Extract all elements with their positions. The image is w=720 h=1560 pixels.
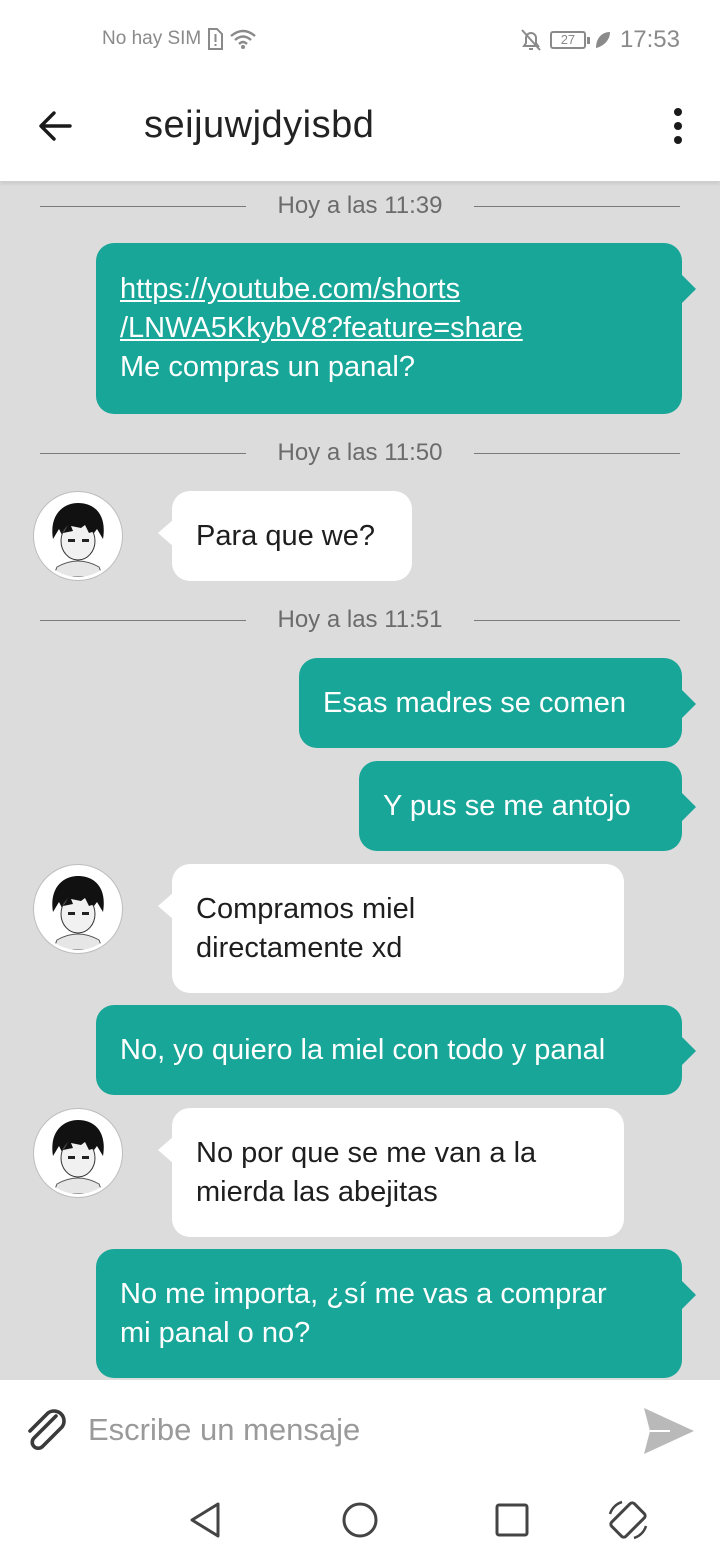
date-stamp: Hoy a las 11:39 <box>277 192 443 219</box>
date-stamp: Hoy a las 11:51 <box>277 606 443 633</box>
message-text: Esas madres se comen <box>323 686 627 719</box>
incoming-message[interactable]: Compramos miel directamente xd <box>158 864 624 993</box>
send-button[interactable] <box>640 1402 698 1460</box>
more-vertical-icon <box>674 108 682 144</box>
avatar-image <box>37 868 119 950</box>
nav-recents-button[interactable] <box>488 1496 536 1544</box>
app-bar: seijuwjdyisbd <box>0 80 720 182</box>
outgoing-message[interactable]: No, yo quiero la miel con todo y panal <box>96 1005 696 1095</box>
message-text: Y pus se me antojo <box>383 789 631 822</box>
message-text-continued: mierda las abejitas <box>196 1175 438 1208</box>
nav-home-button[interactable] <box>336 1496 384 1544</box>
status-bar: No hay SIM 27 17:53 <box>0 0 720 80</box>
triangle-back-icon <box>190 1502 220 1538</box>
battery-indicator: 27 <box>549 31 590 49</box>
status-right: 27 17:53 <box>520 26 680 54</box>
message-link[interactable]: https://youtube.com/shorts <box>120 270 658 309</box>
date-divider: Hoy a las 11:51 <box>40 606 680 636</box>
no-sim-icon <box>208 28 224 50</box>
date-divider: Hoy a las 11:50 <box>40 439 680 469</box>
circle-home-icon <box>342 1502 378 1538</box>
message-list[interactable]: Hoy a las 11:39 https://youtube.com/shor… <box>0 182 720 1380</box>
outgoing-message[interactable]: Y pus se me antojo <box>359 761 696 851</box>
avatar[interactable] <box>34 1109 122 1197</box>
incoming-message[interactable]: No por que se me van a la mierda las abe… <box>158 1108 624 1237</box>
message-input[interactable] <box>88 1406 608 1454</box>
message-link-continued[interactable]: /LNWA5KkybV8?feature=share <box>120 309 658 348</box>
carrier-text: No hay SIM <box>102 28 202 49</box>
outgoing-message[interactable]: Esas madres se comen <box>299 658 696 748</box>
rotate-screen-button[interactable] <box>604 1496 652 1544</box>
message-text: No por que se me van a la <box>196 1136 537 1169</box>
wifi-icon <box>230 29 257 49</box>
avatar-image <box>37 495 119 577</box>
leaf-icon <box>595 32 610 48</box>
attach-button[interactable] <box>18 1402 72 1456</box>
rotate-icon <box>608 1500 648 1540</box>
square-recents-icon <box>495 1503 529 1537</box>
message-text-continued: mi panal o no? <box>120 1316 311 1349</box>
date-divider: Hoy a las 11:39 <box>40 192 680 222</box>
message-text: No, yo quiero la miel con todo y panal <box>120 1033 606 1066</box>
message-text-continued: directamente xd <box>196 931 403 964</box>
system-nav-bar <box>0 1480 720 1560</box>
nav-back-button[interactable] <box>182 1496 230 1544</box>
message-composer <box>0 1380 720 1480</box>
send-icon <box>644 1408 694 1454</box>
more-options-button[interactable] <box>666 102 690 150</box>
message-text: Me compras un panal? <box>120 351 415 383</box>
avatar[interactable] <box>34 492 122 580</box>
outgoing-message[interactable]: No me importa, ¿sí me vas a comprar mi p… <box>96 1249 696 1378</box>
clock-text: 17:53 <box>619 26 680 53</box>
chat-title: seijuwjdyisbd <box>144 104 375 146</box>
arrow-left-icon <box>39 111 72 141</box>
outgoing-message[interactable]: https://youtube.com/shorts /LNWA5KkybV8?… <box>96 243 696 414</box>
status-left: No hay SIM <box>102 28 257 50</box>
bell-off-icon <box>521 29 541 51</box>
avatar[interactable] <box>34 865 122 953</box>
date-stamp: Hoy a las 11:50 <box>277 439 443 466</box>
message-text: No me importa, ¿sí me vas a comprar <box>120 1277 607 1310</box>
back-button[interactable] <box>34 104 78 148</box>
message-text: Para que we? <box>196 519 375 552</box>
incoming-message[interactable]: Para que we? <box>158 491 412 581</box>
paperclip-icon <box>28 1409 66 1450</box>
avatar-image <box>37 1112 119 1194</box>
message-text: Compramos miel <box>196 892 416 925</box>
